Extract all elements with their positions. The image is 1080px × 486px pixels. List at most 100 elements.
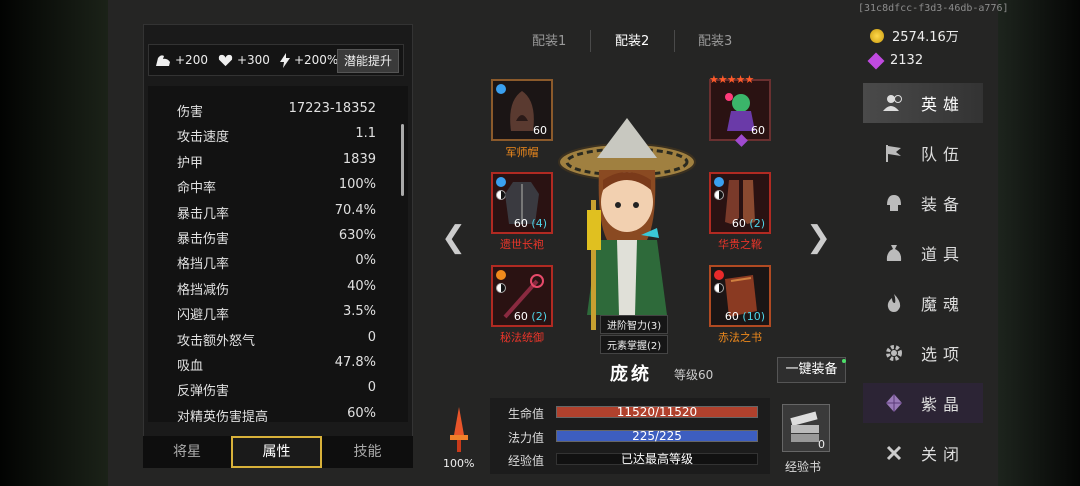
boots-name: 华贵之靴 bbox=[718, 238, 762, 251]
buff-tag-element: 元素掌握(2) bbox=[600, 335, 669, 354]
hp-label: 生命值 bbox=[508, 407, 545, 421]
heart-icon bbox=[218, 54, 233, 66]
stats-scrollbar[interactable] bbox=[401, 124, 404, 196]
stat-label: 吸血 bbox=[177, 359, 204, 374]
speed-bonus: +200% bbox=[279, 52, 338, 68]
health-bonus: +300 bbox=[218, 53, 270, 67]
stats-list[interactable]: 伤害 17223-18352 攻击速度 1.1 护甲 1839 命中率 100% 暴击几率 70.… bbox=[148, 86, 408, 422]
xp-bar: 已达最高等级 bbox=[556, 453, 758, 465]
menu-close[interactable]: 关闭 bbox=[863, 433, 983, 473]
menu-hero[interactable]: 英雄 bbox=[863, 83, 983, 123]
mp-bar: 225/225 bbox=[556, 430, 758, 442]
book-slot[interactable]: 60 (10) bbox=[709, 265, 771, 327]
menu-options[interactable]: 选项 bbox=[863, 333, 983, 373]
notification-dot bbox=[842, 359, 846, 363]
tab-stars[interactable]: 将星 bbox=[143, 436, 231, 468]
gear-icon bbox=[883, 342, 905, 364]
equip-all-button[interactable]: 一键装备 bbox=[777, 357, 846, 383]
tab-attributes[interactable]: 属性 bbox=[231, 436, 322, 468]
loadout-divider bbox=[674, 30, 675, 52]
stat-row: 反弹伤害 0 bbox=[148, 376, 393, 401]
purple-crystal-icon bbox=[867, 52, 885, 69]
prev-hero-arrow[interactable]: ❮ bbox=[441, 220, 466, 255]
panel-tabs: 将星 属性 技能 bbox=[143, 436, 413, 468]
lightning-icon bbox=[279, 52, 290, 68]
stat-label: 对精英伤害提高 bbox=[177, 409, 269, 422]
loadout-divider bbox=[590, 30, 591, 52]
stat-label: 格挡减伤 bbox=[177, 282, 230, 298]
muscle-icon bbox=[156, 55, 170, 66]
loadout-tab-2[interactable]: 配装2 bbox=[615, 32, 649, 52]
session-id: [31c8dfcc-f3d3-46db-a776] bbox=[858, 3, 1009, 14]
flag-icon bbox=[883, 142, 905, 164]
robe-slot[interactable]: 60 (4) bbox=[491, 172, 553, 234]
stat-value: 70.4% bbox=[334, 202, 376, 218]
next-hero-arrow[interactable]: ❯ bbox=[806, 220, 831, 255]
stat-label: 攻击速度 bbox=[177, 130, 230, 146]
menu-team[interactable]: 队伍 bbox=[863, 133, 983, 173]
bonus-bar: +200 +300 +200% 潜能提升 bbox=[148, 44, 404, 76]
hero-level: 等级60 bbox=[674, 368, 714, 382]
tab-skills[interactable]: 技能 bbox=[322, 436, 413, 468]
stat-row: 护甲 1839 bbox=[148, 148, 393, 173]
stat-row: 闪避几率 3.5% bbox=[148, 300, 393, 325]
hero-portrait bbox=[558, 118, 696, 330]
stat-label: 攻击额外怒气 bbox=[177, 333, 256, 349]
hero-name: 庞统 bbox=[610, 364, 652, 385]
weapon-slot[interactable]: 60 (2) bbox=[491, 265, 553, 327]
xp-book-count: 0 bbox=[818, 438, 825, 451]
hat-name: 军师帽 bbox=[505, 146, 539, 159]
stat-value: 60% bbox=[347, 405, 376, 421]
potential-upgrade-button[interactable]: 潜能提升 bbox=[336, 49, 399, 73]
flame-icon bbox=[883, 292, 905, 314]
people-icon bbox=[883, 92, 905, 114]
close-icon bbox=[883, 442, 905, 464]
bag-icon bbox=[883, 242, 905, 264]
gold-display: 2574.16万 bbox=[870, 26, 959, 45]
stat-label: 反弹伤害 bbox=[177, 384, 230, 400]
gold-coin-icon bbox=[870, 28, 884, 43]
stat-label: 伤害 bbox=[177, 105, 204, 120]
loadout-tab-3[interactable]: 配装3 bbox=[698, 32, 732, 52]
stat-row: 命中率 100% bbox=[148, 173, 393, 198]
stat-label: 命中率 bbox=[177, 181, 217, 197]
stat-label: 护甲 bbox=[177, 155, 204, 171]
stat-row: 暴击伤害 630% bbox=[148, 224, 393, 249]
stat-row: 对精英伤害提高 60% bbox=[148, 402, 393, 422]
xp-label: 经验值 bbox=[508, 454, 545, 468]
stat-label: 暴击伤害 bbox=[177, 232, 230, 247]
background-right-edge bbox=[998, 0, 1080, 486]
stat-row: 攻击速度 1.1 bbox=[148, 122, 393, 147]
rage-percent: 100% bbox=[443, 457, 475, 470]
stat-row: 攻击额外怒气 0 bbox=[148, 326, 393, 351]
stat-value: 3.5% bbox=[342, 304, 376, 320]
stat-label: 格挡几率 bbox=[177, 257, 230, 273]
hat-slot[interactable]: 60 bbox=[491, 79, 553, 141]
menu-soul[interactable]: 魔魂 bbox=[863, 283, 983, 323]
stat-row: 暴击几率 70.4% bbox=[148, 199, 393, 224]
loadout-tab-1[interactable]: 配装1 bbox=[532, 32, 566, 52]
stat-row: 格挡几率 0% bbox=[148, 249, 393, 274]
mp-label: 法力值 bbox=[508, 431, 545, 445]
menu-equipment[interactable]: 装备 bbox=[863, 183, 983, 223]
weapon-name: 秘法统御 bbox=[500, 331, 544, 344]
xp-book-button[interactable]: 0 bbox=[782, 404, 830, 452]
stat-row: 吸血 47.8% bbox=[148, 351, 393, 376]
stat-value: 0 bbox=[367, 380, 376, 396]
stat-value: 630% bbox=[338, 228, 376, 243]
menu-items[interactable]: 道具 bbox=[863, 233, 983, 273]
stat-value: 17223-18352 bbox=[288, 101, 376, 116]
pet-slot[interactable]: ★★★★★ 60 bbox=[709, 73, 771, 141]
xp-book-label: 经验书 bbox=[785, 460, 822, 474]
crystal-icon bbox=[883, 392, 905, 414]
strength-bonus: +200 bbox=[155, 53, 208, 67]
rage-sword-icon bbox=[450, 407, 468, 452]
menu-crystal[interactable]: 紫晶 bbox=[863, 383, 983, 423]
stat-value: 1839 bbox=[342, 151, 376, 167]
stat-value: 40% bbox=[347, 278, 376, 294]
gem-display: 2132 bbox=[867, 52, 923, 69]
book-name: 赤法之书 bbox=[718, 331, 762, 344]
boots-slot[interactable]: 60 (2) bbox=[709, 172, 771, 234]
robe-name: 遗世长袍 bbox=[500, 238, 544, 251]
stat-value: 1.1 bbox=[355, 126, 376, 142]
